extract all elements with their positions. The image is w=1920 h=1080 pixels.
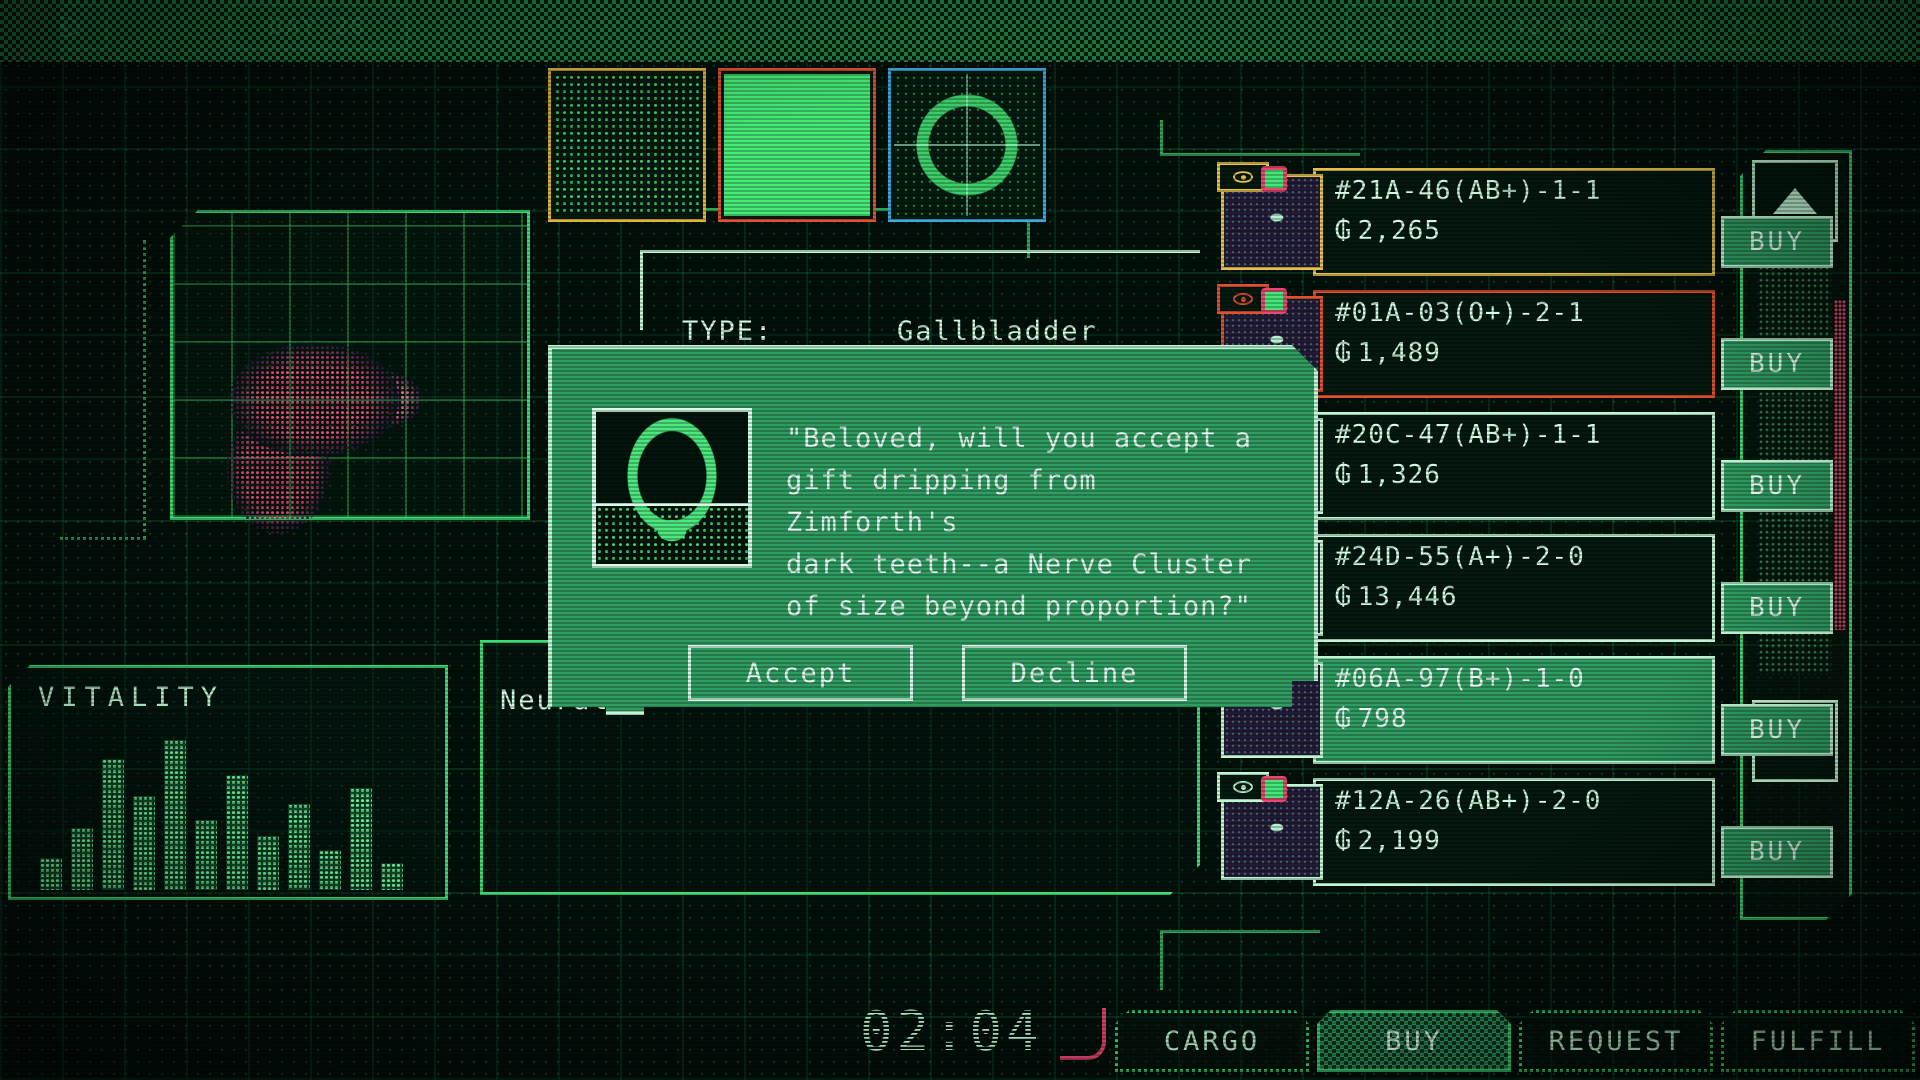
bottom-tab-bar: CARGO BUY REQUEST FULFILL — [1115, 1010, 1915, 1072]
item-code: #12A-26(AB+)-2-0 — [1335, 786, 1602, 816]
vitality-bar — [133, 796, 155, 890]
mission-clock: 02:04 — [860, 1000, 1043, 1063]
item-price-value: 13,446 — [1357, 582, 1458, 612]
market-row-text: #12A-26(AB+)-2-0 ₲ 2,199 — [1335, 786, 1601, 856]
tab-request[interactable]: REQUEST — [1519, 1010, 1713, 1072]
currency-icon: ₲ — [1335, 338, 1352, 368]
market-row[interactable]: #21A-46(AB+)-1-1 ₲ 2,265 BUY — [1215, 160, 1833, 284]
clock-accent-line — [1060, 1008, 1106, 1060]
item-price: ₲ 2,265 — [1335, 216, 1601, 246]
type-label: TYPE: — [682, 316, 774, 347]
vitality-bar — [226, 775, 248, 890]
vitality-bar — [319, 850, 341, 890]
vitality-bar — [195, 820, 217, 890]
buy-button[interactable]: BUY — [1721, 582, 1833, 634]
shrouded-figure-portrait — [592, 408, 752, 568]
eye-icon — [1233, 171, 1253, 183]
item-price: ₲ 1,326 — [1335, 460, 1601, 490]
tab-fulfill[interactable]: FULFILL — [1721, 1010, 1915, 1072]
vitality-bar — [288, 804, 310, 890]
vitality-label: VITALITY — [38, 682, 225, 713]
currency-icon: ₲ — [1335, 582, 1352, 612]
eye-status-indicator — [18, 4, 108, 50]
market-row-text: #21A-46(AB+)-1-1 ₲ 2,265 — [1335, 176, 1601, 246]
tab-buy[interactable]: BUY — [1317, 1010, 1511, 1072]
type-value: Gallbladder — [897, 316, 1098, 347]
dialog-message: "Beloved, will you accept a gift drippin… — [786, 423, 1252, 622]
currency-icon: ₲ — [1335, 216, 1352, 246]
item-price-value: 798 — [1357, 704, 1408, 734]
item-code: #01A-03(O+)-2-1 — [1335, 298, 1585, 328]
accept-button[interactable]: Accept — [688, 645, 913, 701]
top-status-bar: DAY 26 3 42,446 72 68% — [0, 0, 1920, 58]
vitality-bar — [102, 759, 124, 890]
currency-icon: ₲ — [1335, 704, 1352, 734]
scroll-track-indicator — [1834, 300, 1846, 630]
item-price-value: 2,199 — [1357, 826, 1441, 856]
game-screen: DAY 26 3 42,446 72 68% VITALITY TYPE: Gal… — [0, 0, 1920, 1080]
item-code: #06A-97(B+)-1-0 — [1335, 664, 1585, 694]
decorative-frame-left — [60, 240, 146, 540]
item-price-value: 1,489 — [1357, 338, 1441, 368]
market-row[interactable]: #12A-26(AB+)-2-0 ₲ 2,199 BUY — [1215, 770, 1833, 894]
item-code: #20C-47(AB+)-1-1 — [1335, 420, 1602, 450]
item-price-value: 1,326 — [1357, 460, 1441, 490]
item-price-value: 2,265 — [1357, 216, 1441, 246]
market-row-text: #24D-55(A+)-2-0 ₲ 13,446 — [1335, 542, 1585, 612]
vitality-bar — [381, 863, 403, 890]
buy-button[interactable]: BUY — [1721, 826, 1833, 878]
decorative-frame-lower-right — [1160, 930, 1320, 990]
vitality-bar — [257, 836, 279, 890]
buy-button[interactable]: BUY — [1721, 704, 1833, 756]
decorative-frame-upper-right — [1160, 120, 1360, 156]
status-badge — [1261, 776, 1287, 802]
triangle-up-icon — [1773, 188, 1817, 214]
currency-icon: ₲ — [1335, 460, 1352, 490]
portrait-art — [596, 412, 748, 564]
item-price: ₲ 798 — [1335, 704, 1585, 734]
vitality-bar — [164, 740, 186, 890]
item-price: ₲ 1,489 — [1335, 338, 1585, 368]
optic-pair-thumb[interactable] — [718, 68, 876, 222]
vitality-bar — [350, 788, 372, 890]
market-row-text: #01A-03(O+)-2-1 ₲ 1,489 — [1335, 298, 1585, 368]
optic-pair-art — [724, 74, 870, 216]
vitality-bar-chart — [40, 740, 420, 890]
buy-button[interactable]: BUY — [1721, 216, 1833, 268]
currency-icon: ₲ — [1335, 826, 1352, 856]
item-price: ₲ 13,446 — [1335, 582, 1585, 612]
tissue-scan-thumb[interactable] — [548, 68, 706, 222]
buy-button[interactable]: BUY — [1721, 338, 1833, 390]
day-counter: DAY 26 — [228, 4, 408, 50]
buy-button[interactable]: BUY — [1721, 460, 1833, 512]
status-badge — [1261, 288, 1287, 314]
top-counter-4: 68% — [1802, 4, 1906, 50]
top-counter-3: 72 — [1700, 4, 1790, 50]
tissue-scan-art — [554, 74, 700, 216]
eye-icon — [1233, 781, 1253, 793]
vitality-bar — [71, 828, 93, 890]
tab-cargo[interactable]: CARGO — [1115, 1010, 1309, 1072]
market-row-text: #20C-47(AB+)-1-1 ₲ 1,326 — [1335, 420, 1601, 490]
type-readout-row: TYPE: Gallbladder — [682, 316, 1098, 347]
specimen-organ-render — [200, 335, 500, 550]
vitality-bar — [40, 858, 62, 890]
crosshair-overlay — [894, 74, 1040, 216]
eye-icon — [1233, 293, 1253, 305]
decline-button[interactable]: Decline — [962, 645, 1187, 701]
market-row-text: #06A-97(B+)-1-0 ₲ 798 — [1335, 664, 1585, 734]
top-counter-1: 3 — [1346, 4, 1434, 50]
status-badge — [1261, 166, 1287, 192]
item-code: #24D-55(A+)-2-0 — [1335, 542, 1585, 572]
item-price: ₲ 2,199 — [1335, 826, 1601, 856]
portrait-divider — [596, 503, 748, 507]
ring-organ-thumb[interactable] — [888, 68, 1046, 222]
credits-counter: 42,446 — [1446, 4, 1676, 50]
eye-icon — [46, 17, 80, 37]
item-code: #21A-46(AB+)-1-1 — [1335, 176, 1602, 206]
